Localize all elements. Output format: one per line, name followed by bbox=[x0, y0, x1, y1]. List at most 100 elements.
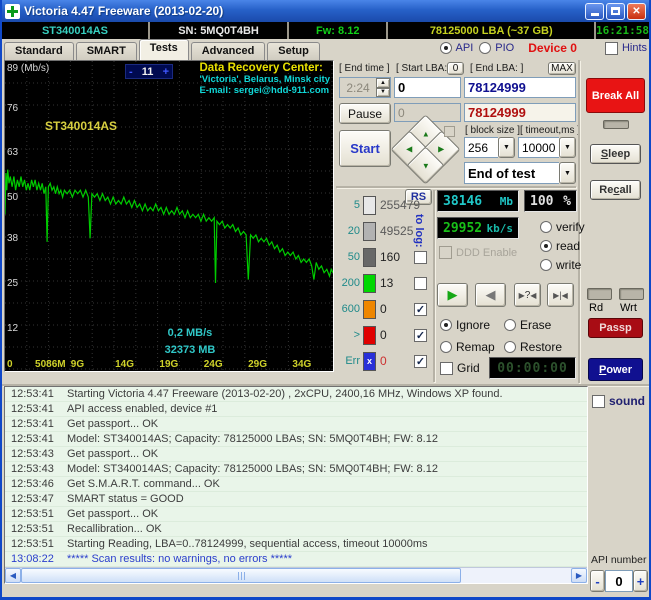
passp-button[interactable]: Passp bbox=[588, 318, 643, 338]
break-all-button[interactable]: Break All bbox=[586, 78, 645, 113]
bench-label: 5 bbox=[334, 199, 360, 211]
log-horizontal-scrollbar[interactable]: ◀ ▶ bbox=[5, 567, 587, 583]
max-lba-button[interactable]: MAX bbox=[548, 62, 576, 75]
radio-remap[interactable]: Remap bbox=[440, 338, 504, 356]
bench-count: 160 bbox=[380, 250, 400, 264]
break-led bbox=[603, 120, 629, 129]
power-button[interactable]: Power bbox=[588, 358, 643, 381]
tab-standard[interactable]: Standard bbox=[4, 42, 74, 60]
log-entry: 13:08:22***** Scan results: no warnings,… bbox=[5, 552, 587, 567]
radio-pio[interactable]: PIO bbox=[479, 42, 514, 54]
bench-count: 49525 bbox=[380, 224, 413, 238]
y-axis-tick: 12 bbox=[7, 323, 18, 334]
scroll-left-button[interactable]: ◀ bbox=[5, 568, 21, 583]
y-axis-tick: 38 bbox=[7, 233, 18, 244]
api-minus-button[interactable]: - bbox=[590, 570, 605, 592]
graph-model-label: ST340014AS bbox=[45, 119, 117, 133]
maximize-icon bbox=[611, 7, 620, 15]
pause-button[interactable]: Pause bbox=[339, 103, 391, 124]
play-button[interactable]: ▶ bbox=[437, 283, 468, 307]
scroll-track[interactable] bbox=[461, 568, 571, 583]
minimize-button[interactable] bbox=[585, 3, 604, 20]
close-button[interactable]: ✕ bbox=[627, 3, 646, 20]
end-action-select[interactable]: End of test ▼ bbox=[464, 162, 576, 184]
maximize-button[interactable] bbox=[606, 3, 625, 20]
minimize-icon bbox=[591, 13, 599, 16]
speed-value: 29952 bbox=[443, 221, 482, 236]
timeout-select[interactable]: 10000 ▼ bbox=[518, 137, 576, 158]
radio-erase[interactable]: Erase bbox=[504, 316, 576, 334]
x-axis-tick: 14G bbox=[115, 359, 134, 370]
log-time: 12:53:41 bbox=[5, 418, 57, 430]
benchmark-panel: RS to log: 5255479204952550160200136000✓… bbox=[334, 188, 433, 383]
radio-restore[interactable]: Restore bbox=[504, 338, 576, 356]
drc-line3: E-mail: sergei@hdd-911.com bbox=[199, 85, 330, 96]
end-lba-input[interactable]: 78124999 bbox=[464, 77, 576, 98]
bench-log-checkbox[interactable] bbox=[414, 251, 427, 264]
api-plus-button[interactable]: + bbox=[633, 570, 648, 592]
bench-log-checkbox[interactable]: ✓ bbox=[414, 303, 427, 316]
sleep-button[interactable]: Sleep bbox=[590, 144, 641, 164]
pad-option-checkbox[interactable] bbox=[444, 126, 455, 137]
y-axis-tick: 25 bbox=[7, 278, 18, 289]
radio-write[interactable]: write bbox=[540, 258, 585, 272]
sound-checkbox[interactable]: sound bbox=[592, 394, 645, 408]
step-back-button[interactable]: ◀ bbox=[475, 283, 506, 307]
log-time: 12:53:51 bbox=[5, 538, 57, 550]
radio-verify[interactable]: verify bbox=[540, 220, 585, 234]
log-entry: 12:53:47SMART status = GOOD bbox=[5, 492, 587, 507]
grid-checkbox[interactable]: Grid bbox=[440, 361, 480, 375]
scroll-right-button[interactable]: ▶ bbox=[571, 568, 587, 583]
ddd-enable-checkbox[interactable]: DDD Enable bbox=[439, 246, 517, 259]
scroll-thumb[interactable] bbox=[21, 568, 461, 583]
bench-label: 20 bbox=[334, 225, 360, 237]
log-text: Starting Victoria 4.47 Freeware (2013-02… bbox=[57, 388, 503, 400]
recall-button[interactable]: Recall bbox=[590, 180, 641, 200]
tab-smart[interactable]: SMART bbox=[76, 42, 137, 60]
arrow-right-icon: ▶ bbox=[438, 145, 444, 154]
radio-api[interactable]: API bbox=[440, 42, 474, 54]
drc-line1: Data Recovery Center: bbox=[199, 63, 330, 74]
start-button[interactable]: Start bbox=[339, 130, 391, 167]
percent-display: 100 % bbox=[524, 190, 577, 212]
hints-checkbox[interactable]: Hints bbox=[605, 42, 647, 55]
block-size-select[interactable]: 256 ▼ bbox=[464, 137, 515, 158]
victoria-window: Victoria 4.47 Freeware (2013-02-20) ✕ ST… bbox=[0, 0, 651, 600]
hints-label: Hints bbox=[622, 42, 647, 54]
log-panel: 12:53:41Starting Victoria 4.47 Freeware … bbox=[4, 386, 588, 584]
scroll-right-icon: ▶ bbox=[576, 571, 582, 580]
log-time: 12:53:41 bbox=[5, 403, 57, 415]
x-axis-tick: 29G bbox=[248, 359, 267, 370]
end-lba-label: [ End LBA: ] bbox=[470, 63, 523, 74]
device-label: Device 0 bbox=[528, 41, 577, 55]
bench-log-checkbox[interactable]: ✓ bbox=[414, 329, 427, 342]
tab-tests[interactable]: Tests bbox=[139, 39, 189, 60]
radio-read[interactable]: read bbox=[540, 239, 585, 253]
bench-log-checkbox[interactable]: ✓ bbox=[414, 355, 427, 368]
tab-setup[interactable]: Setup bbox=[267, 42, 320, 60]
log-entry: 12:53:43Get passport... OK bbox=[5, 447, 587, 462]
remap-radio-icon bbox=[440, 341, 452, 353]
drive-model: ST340014AS bbox=[2, 22, 150, 39]
mode-radio-group: verify read write bbox=[540, 220, 585, 277]
zero-lba-button[interactable]: 0 bbox=[447, 62, 464, 75]
speed-graph: - 11 + Data Recovery Center: 'Victoria',… bbox=[4, 60, 334, 372]
bench-log-checkbox[interactable] bbox=[414, 277, 427, 290]
y-axis-tick: 50 bbox=[7, 192, 18, 203]
end-lba-current: 78124999 bbox=[464, 103, 576, 122]
start-lba-input[interactable]: 0 bbox=[394, 77, 461, 98]
tab-advanced[interactable]: Advanced bbox=[191, 42, 266, 60]
seek-end-button[interactable]: ▶|◀ bbox=[547, 283, 574, 307]
lba-progress-display: 38146 Mb bbox=[437, 190, 519, 212]
bench-label: 200 bbox=[334, 277, 360, 289]
seek-question-button[interactable]: ▶?◀ bbox=[514, 283, 541, 307]
bench-row-50: 50160 bbox=[334, 247, 433, 267]
radio-ignore[interactable]: Ignore bbox=[440, 316, 504, 334]
end-time-spinner[interactable]: 2:24 ▲ ▼ bbox=[339, 77, 391, 98]
x-axis-tick: 34G bbox=[292, 359, 311, 370]
end-time-spin-arrows[interactable]: ▲ ▼ bbox=[376, 78, 390, 97]
scale-plus-button[interactable]: + bbox=[163, 66, 169, 78]
scale-minus-button[interactable]: - bbox=[129, 66, 133, 78]
log-text: Model: ST340014AS; Capacity: 78125000 LB… bbox=[57, 463, 438, 475]
api-label: API bbox=[456, 42, 474, 54]
